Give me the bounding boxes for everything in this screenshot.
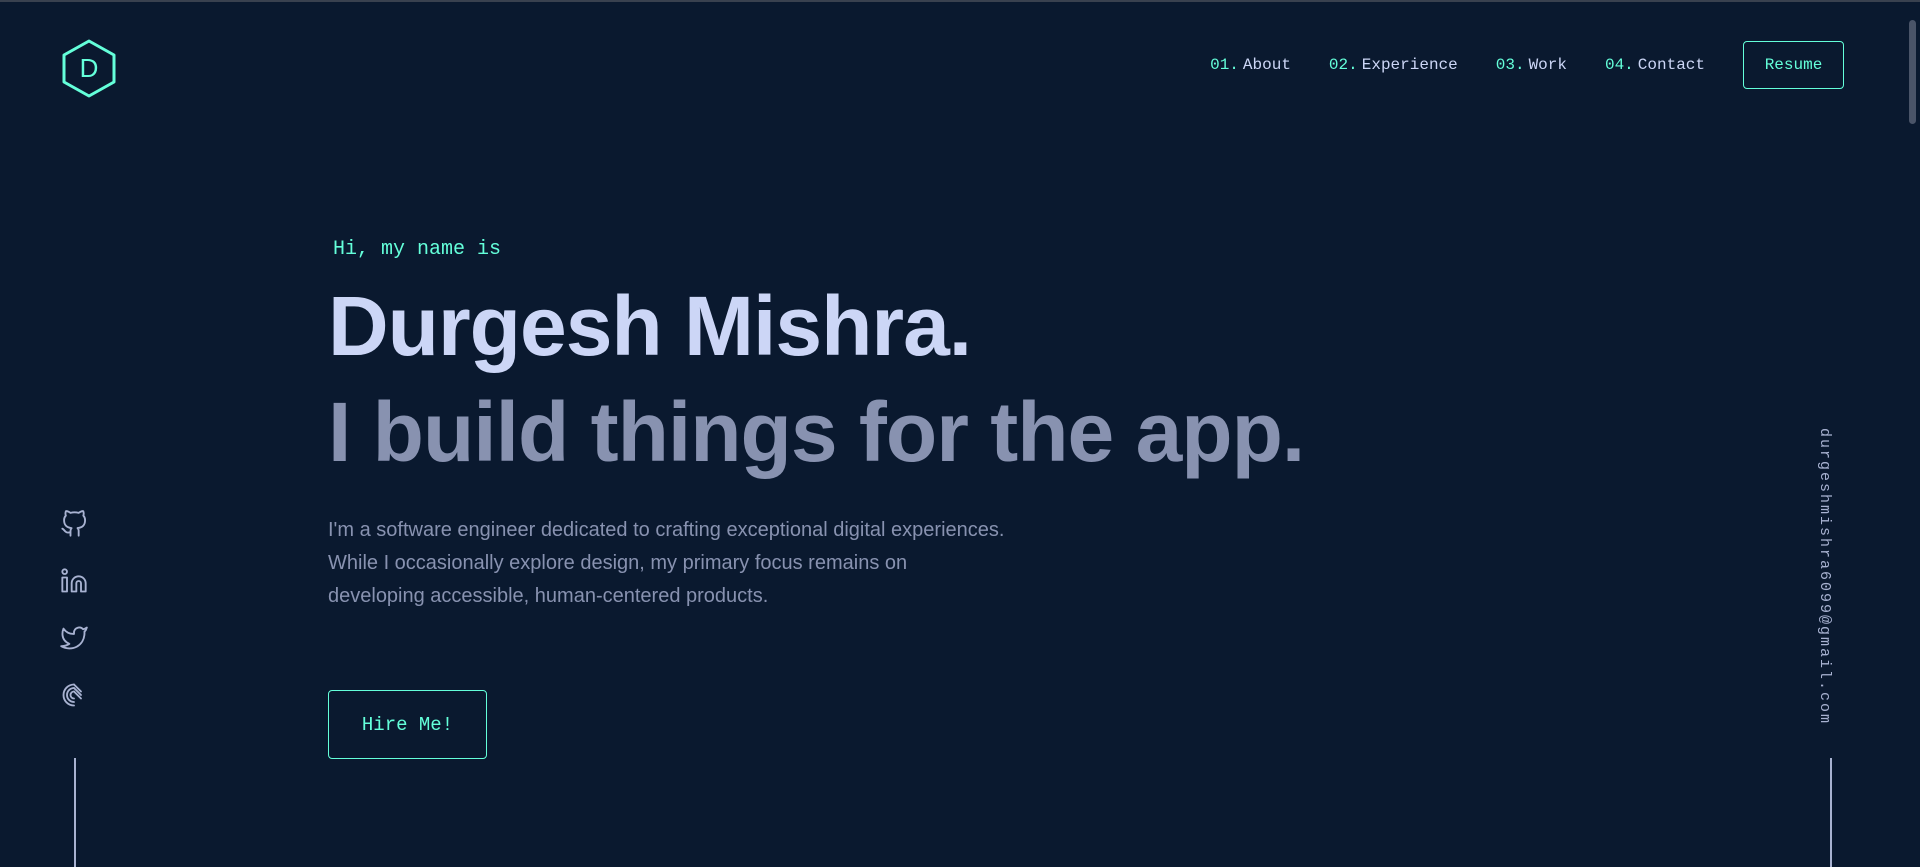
social-links <box>60 510 90 738</box>
hexagon-logo-icon: D <box>62 39 116 98</box>
nav-item-contact[interactable]: 04. Contact <box>1605 56 1705 74</box>
nav-number: 04. <box>1604 56 1634 74</box>
linkedin-link[interactable] <box>60 567 88 595</box>
logo-link[interactable]: D <box>60 38 118 98</box>
hero-greeting: Hi, my name is <box>333 238 502 261</box>
codechef-link[interactable] <box>60 681 88 709</box>
hero-tagline: I build things for the app. <box>328 385 1305 479</box>
nav-label: Contact <box>1637 56 1705 74</box>
hero-intro: I'm a software engineer dedicated to cra… <box>328 519 1005 607</box>
nav-item-work[interactable]: 03. Work <box>1496 56 1567 74</box>
email-link[interactable]: durgeshmishra6099@gmail.com <box>1816 428 1833 725</box>
github-link[interactable] <box>60 510 88 538</box>
codechef-icon <box>62 683 82 707</box>
nav-item-about[interactable]: 01. About <box>1210 56 1291 74</box>
resume-button[interactable]: Resume <box>1743 41 1844 89</box>
github-icon <box>61 510 87 537</box>
window-top-border <box>0 0 1920 2</box>
nav-item-experience[interactable]: 02. Experience <box>1329 56 1458 74</box>
scrollbar-thumb[interactable] <box>1909 20 1916 124</box>
twitter-link[interactable] <box>60 624 88 652</box>
nav-number: 01. <box>1210 56 1239 74</box>
nav-label: Experience <box>1361 56 1458 74</box>
twitter-icon <box>60 626 88 650</box>
nav-number: 03. <box>1495 56 1525 74</box>
logo-letter: D <box>80 53 99 83</box>
nav-label: About <box>1242 56 1291 74</box>
nav-number: 02. <box>1328 56 1358 74</box>
linkedin-icon <box>61 568 87 593</box>
main-nav: 01. About 02. Experience 03. Work 04. Contac… <box>1210 41 1844 89</box>
hero-section: Hi, my name is Durgesh Mishra. I build t… <box>328 232 1305 759</box>
email-divider-line <box>1830 758 1832 867</box>
hire-me-button[interactable]: Hire Me! <box>328 690 487 759</box>
nav-label: Work <box>1528 56 1567 74</box>
hero-name: Durgesh Mishra. <box>328 279 972 373</box>
social-divider-line <box>74 758 76 867</box>
page-scrollbar[interactable] <box>1906 2 1920 867</box>
